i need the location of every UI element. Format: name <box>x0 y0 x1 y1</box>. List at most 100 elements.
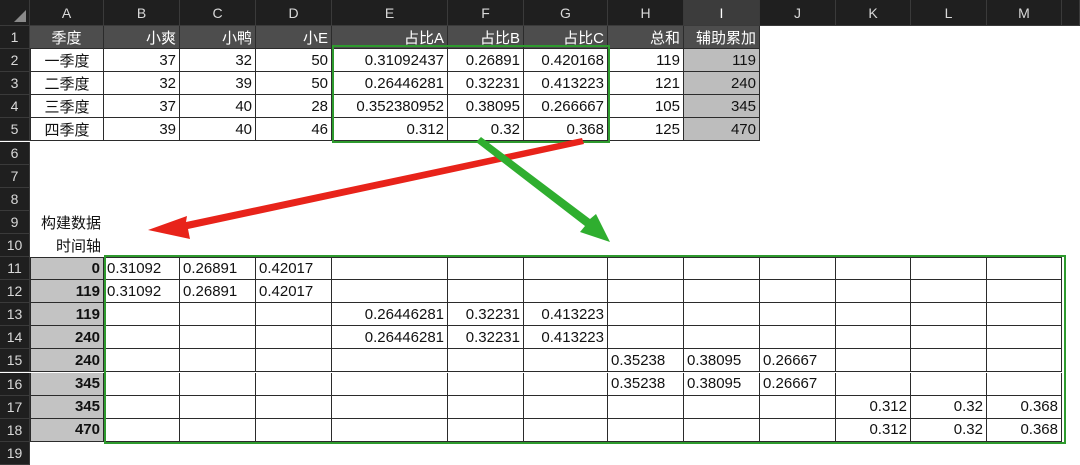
timeline-cell[interactable]: 0.368 <box>987 395 1062 419</box>
timeline-cell[interactable] <box>256 372 332 396</box>
column-header-a[interactable]: A <box>30 0 104 26</box>
row-header-5[interactable]: 5 <box>0 118 30 142</box>
timeline-cell[interactable] <box>332 349 448 373</box>
timeline-cell[interactable] <box>256 418 332 442</box>
timeline-cell[interactable] <box>836 257 911 281</box>
timeline-cell[interactable] <box>180 326 256 350</box>
timeline-cell[interactable] <box>180 349 256 373</box>
timeline-cell[interactable]: 0.26891 <box>180 280 256 304</box>
table-header-cell[interactable]: 占比B <box>448 26 524 50</box>
timeline-cell[interactable]: 0.26667 <box>760 349 836 373</box>
timeline-cell[interactable] <box>608 257 684 281</box>
timeline-cell[interactable] <box>911 349 987 373</box>
table-cell[interactable]: 0.368 <box>524 118 608 142</box>
timeline-cell[interactable] <box>608 303 684 327</box>
timeline-cell[interactable] <box>987 326 1062 350</box>
row-header-11[interactable]: 11 <box>0 257 30 281</box>
timeline-cell[interactable]: 0.413223 <box>524 303 608 327</box>
time-axis-cell[interactable]: 119 <box>30 280 104 304</box>
table-cell[interactable]: 0.32 <box>448 118 524 142</box>
table-cell[interactable]: 105 <box>608 95 684 119</box>
column-header-l[interactable]: L <box>911 0 987 26</box>
table-cell[interactable]: 470 <box>684 118 760 142</box>
quarter-label-cell[interactable]: 三季度 <box>30 95 104 119</box>
timeline-cell[interactable] <box>760 303 836 327</box>
timeline-cell[interactable] <box>836 349 911 373</box>
table-cell[interactable]: 0.312 <box>332 118 448 142</box>
row-header-4[interactable]: 4 <box>0 95 30 119</box>
timeline-cell[interactable] <box>332 372 448 396</box>
timeline-cell[interactable]: 0.32 <box>911 395 987 419</box>
table-cell[interactable]: 0.266667 <box>524 95 608 119</box>
timeline-cell[interactable] <box>104 349 180 373</box>
timeline-cell[interactable] <box>524 395 608 419</box>
timeline-cell[interactable] <box>836 280 911 304</box>
table-cell[interactable]: 50 <box>256 49 332 73</box>
timeline-cell[interactable]: 0.312 <box>836 418 911 442</box>
row-header-12[interactable]: 12 <box>0 280 30 304</box>
table-header-cell[interactable]: 小鸭 <box>180 26 256 50</box>
timeline-cell[interactable]: 0.26891 <box>180 257 256 281</box>
timeline-cell[interactable] <box>104 326 180 350</box>
timeline-cell[interactable] <box>104 372 180 396</box>
timeline-cell[interactable] <box>684 280 760 304</box>
table-cell[interactable]: 40 <box>180 95 256 119</box>
table-cell[interactable]: 28 <box>256 95 332 119</box>
timeline-cell[interactable]: 0.312 <box>836 395 911 419</box>
timeline-cell[interactable] <box>256 326 332 350</box>
table-cell[interactable]: 0.352380952 <box>332 95 448 119</box>
row-header-1[interactable]: 1 <box>0 26 30 50</box>
timeline-cell[interactable] <box>180 418 256 442</box>
timeline-cell[interactable]: 0.35238 <box>608 349 684 373</box>
row-header-6[interactable]: 6 <box>0 141 30 165</box>
table-cell[interactable]: 40 <box>180 118 256 142</box>
row-header-2[interactable]: 2 <box>0 49 30 73</box>
timeline-cell[interactable] <box>987 349 1062 373</box>
timeline-cell[interactable] <box>987 372 1062 396</box>
table-cell[interactable]: 345 <box>684 95 760 119</box>
row-header-10[interactable]: 10 <box>0 233 30 257</box>
column-header-c[interactable]: C <box>180 0 256 26</box>
table-cell[interactable]: 0.32231 <box>448 72 524 96</box>
row-header-3[interactable]: 3 <box>0 72 30 96</box>
timeline-cell[interactable] <box>448 395 524 419</box>
table-header-cell[interactable]: 辅助累加 <box>684 26 760 50</box>
timeline-cell[interactable] <box>256 303 332 327</box>
row-header-8[interactable]: 8 <box>0 187 30 211</box>
row-header-14[interactable]: 14 <box>0 326 30 350</box>
timeline-cell[interactable]: 0.32231 <box>448 303 524 327</box>
timeline-cell[interactable]: 0.31092 <box>104 280 180 304</box>
table-header-cell[interactable]: 小爽 <box>104 26 180 50</box>
table-cell[interactable]: 119 <box>608 49 684 73</box>
time-axis-cell[interactable]: 345 <box>30 395 104 419</box>
timeline-cell[interactable]: 0.42017 <box>256 280 332 304</box>
timeline-cell[interactable]: 0.26446281 <box>332 303 448 327</box>
timeline-cell[interactable]: 0.32 <box>911 418 987 442</box>
timeline-cell[interactable] <box>524 349 608 373</box>
timeline-cell[interactable] <box>760 418 836 442</box>
quarter-label-cell[interactable]: 二季度 <box>30 72 104 96</box>
timeline-cell[interactable] <box>524 418 608 442</box>
table-cell[interactable]: 240 <box>684 72 760 96</box>
row-header-17[interactable]: 17 <box>0 395 30 419</box>
column-header-d[interactable]: D <box>256 0 332 26</box>
timeline-cell[interactable]: 0.26446281 <box>332 326 448 350</box>
timeline-cell[interactable] <box>448 349 524 373</box>
timeline-cell[interactable] <box>332 257 448 281</box>
timeline-cell[interactable] <box>911 257 987 281</box>
table-cell[interactable]: 0.26446281 <box>332 72 448 96</box>
table-header-cell[interactable]: 占比A <box>332 26 448 50</box>
timeline-cell[interactable] <box>104 395 180 419</box>
row-header-9[interactable]: 9 <box>0 210 30 234</box>
table-cell[interactable]: 121 <box>608 72 684 96</box>
timeline-cell[interactable] <box>524 372 608 396</box>
row-header-15[interactable]: 15 <box>0 349 30 373</box>
timeline-cell[interactable] <box>911 303 987 327</box>
table-cell[interactable]: 32 <box>180 49 256 73</box>
table-cell[interactable]: 0.413223 <box>524 72 608 96</box>
timeline-cell[interactable] <box>104 418 180 442</box>
timeline-cell[interactable] <box>608 418 684 442</box>
column-header-h[interactable]: H <box>608 0 684 26</box>
timeline-cell[interactable] <box>911 326 987 350</box>
column-header-b[interactable]: B <box>104 0 180 26</box>
